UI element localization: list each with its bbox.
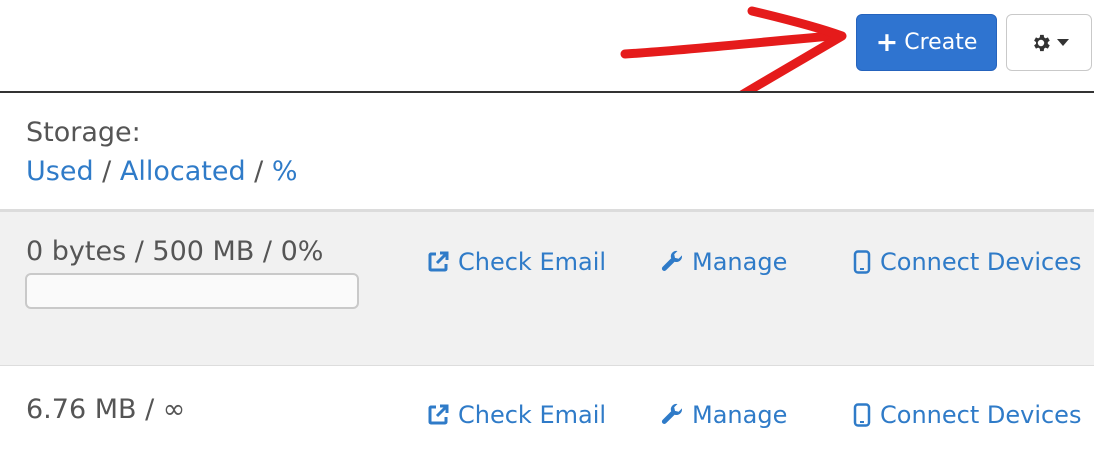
mobile-phone-icon (853, 403, 871, 427)
connect-devices-link[interactable]: Connect Devices (852, 401, 1081, 429)
check-email-link[interactable]: Check Email (426, 248, 606, 276)
create-button[interactable]: + Create (856, 14, 997, 71)
manage-label: Manage (692, 401, 788, 429)
separator: / (245, 156, 272, 187)
check-email-label: Check Email (458, 248, 607, 276)
storage-heading: Storage: (26, 117, 141, 148)
table-header (0, 93, 1094, 211)
create-button-label: Create (904, 30, 978, 55)
connect-devices-label: Connect Devices (880, 401, 1082, 429)
gear-icon (1033, 34, 1050, 51)
storage-usage: 6.76 MB / ∞ (26, 394, 186, 425)
chevron-down-icon (1056, 39, 1069, 46)
check-email-label: Check Email (458, 401, 607, 429)
external-link-icon (428, 404, 449, 425)
wrench-icon (661, 250, 683, 272)
manage-link[interactable]: Manage (660, 401, 787, 429)
storage-progress-bar (25, 273, 359, 309)
manage-label: Manage (692, 248, 788, 276)
storage-usage: 0 bytes / 500 MB / 0% (26, 236, 324, 267)
sort-percent-link[interactable]: % (272, 156, 298, 187)
connect-devices-label: Connect Devices (880, 248, 1082, 276)
settings-dropdown-button[interactable] (1006, 14, 1092, 71)
external-link-icon (428, 251, 449, 272)
wrench-icon (661, 403, 683, 425)
connect-devices-link[interactable]: Connect Devices (852, 248, 1081, 276)
sort-used-link[interactable]: Used (26, 156, 94, 187)
separator: / (93, 156, 120, 187)
manage-link[interactable]: Manage (660, 248, 787, 276)
storage-sort-links: Used / Allocated / % (26, 156, 298, 187)
sort-allocated-link[interactable]: Allocated (120, 156, 246, 187)
plus-icon: + (875, 27, 899, 58)
mobile-phone-icon (853, 250, 871, 274)
check-email-link[interactable]: Check Email (426, 401, 606, 429)
